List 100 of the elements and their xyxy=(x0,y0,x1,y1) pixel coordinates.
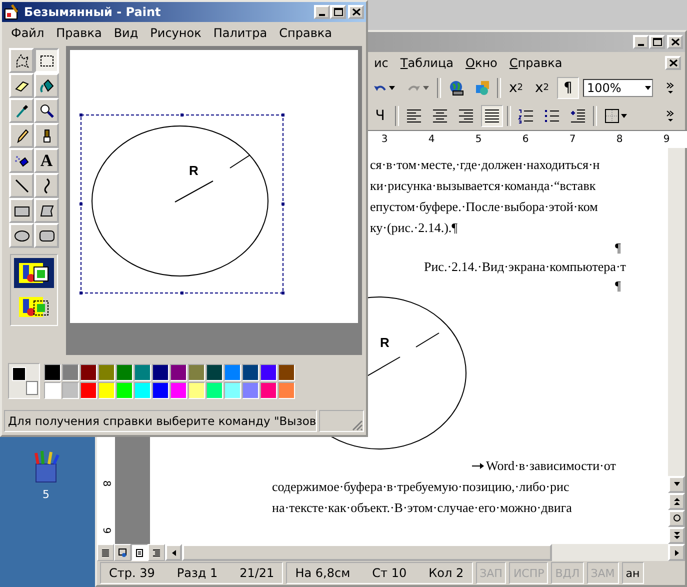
toolbar-button[interactable]: ¶ xyxy=(557,77,579,99)
color-swatch[interactable] xyxy=(278,382,295,398)
text-line: ся·в·том·месте,·где·должен·находиться·н xyxy=(370,156,601,174)
color-swatch[interactable] xyxy=(44,382,61,398)
close-button[interactable] xyxy=(348,5,364,19)
colored-blocks-icon xyxy=(474,80,490,96)
color-swatch[interactable] xyxy=(260,382,277,398)
scroll-down-button[interactable] xyxy=(668,476,685,493)
ruler-number: 8 xyxy=(100,480,112,487)
toolbar-button[interactable]: x$^{2}$ xyxy=(505,77,527,99)
color-swatch[interactable] xyxy=(62,364,79,380)
tool-button[interactable] xyxy=(34,98,59,123)
toolbar-button[interactable] xyxy=(481,105,503,127)
ellipse-icon xyxy=(14,228,30,244)
tool-button[interactable] xyxy=(9,48,34,73)
tool-button[interactable] xyxy=(34,123,59,148)
menu-item[interactable]: Справка xyxy=(504,54,568,72)
outline-view-icon xyxy=(152,548,161,558)
menu-item[interactable]: Справка xyxy=(274,24,338,42)
color-swatch[interactable] xyxy=(116,364,133,380)
tool-button[interactable] xyxy=(9,123,34,148)
tool-button[interactable] xyxy=(9,73,34,98)
color-swatch[interactable] xyxy=(152,382,169,398)
next-page-button[interactable] xyxy=(668,527,685,544)
color-swatch[interactable] xyxy=(278,364,295,380)
text-line: епустом·буфере.·После·выбора·этой·ком xyxy=(370,198,599,216)
toolbar-button[interactable]: Ч xyxy=(369,105,391,127)
menu-item[interactable]: Таблица xyxy=(395,54,458,72)
zoom-dropdown[interactable]: 100% xyxy=(583,79,653,97)
tool-button[interactable] xyxy=(34,198,59,223)
ruler-number: 4 xyxy=(427,134,436,145)
drawing-canvas: R xyxy=(70,50,358,323)
color-swatch[interactable] xyxy=(44,364,61,380)
color-swatch[interactable] xyxy=(62,382,79,398)
tool-button[interactable] xyxy=(34,73,59,98)
scroll-right-button[interactable] xyxy=(668,544,685,561)
color-swatch[interactable] xyxy=(260,364,277,380)
color-swatch[interactable] xyxy=(242,364,259,380)
view-button[interactable] xyxy=(97,544,114,561)
text-line: Word·в·зависимости·от xyxy=(486,457,616,475)
align-center-icon xyxy=(432,108,448,124)
minimize-button[interactable] xyxy=(633,35,649,49)
color-swatch[interactable] xyxy=(206,364,223,380)
color-swatch[interactable] xyxy=(134,364,151,380)
view-button[interactable] xyxy=(131,544,148,561)
menu-item[interactable]: Рисунок xyxy=(145,24,206,42)
color-swatch[interactable] xyxy=(98,364,115,380)
text-line: ки·рисунка·вызывается·команда·“вставк xyxy=(370,177,597,195)
tool-button[interactable]: A xyxy=(34,148,59,173)
maximize-button[interactable] xyxy=(330,5,346,19)
color-swatch[interactable] xyxy=(152,364,169,380)
close-icon xyxy=(352,8,360,16)
border-grid-icon xyxy=(604,108,620,124)
tool-button[interactable] xyxy=(34,223,59,248)
color-swatch[interactable] xyxy=(206,382,223,398)
tool-button[interactable] xyxy=(9,223,34,248)
color-swatch[interactable] xyxy=(170,364,187,380)
scroll-left-button[interactable] xyxy=(165,544,182,561)
view-button[interactable] xyxy=(114,544,131,561)
desktop-icon-label[interactable]: 5 xyxy=(42,488,50,501)
scroll-thumb[interactable] xyxy=(182,544,552,561)
ruler-number: 7 xyxy=(568,134,577,145)
menu-item[interactable]: Правка xyxy=(51,24,107,42)
color-swatch[interactable] xyxy=(188,382,205,398)
view-button[interactable] xyxy=(148,544,165,561)
color-swatch[interactable] xyxy=(98,382,115,398)
color-swatch[interactable] xyxy=(188,364,205,380)
magnifier-icon xyxy=(38,102,54,118)
color-swatch[interactable] xyxy=(224,382,241,398)
tool-button[interactable] xyxy=(9,148,34,173)
tool-button[interactable] xyxy=(9,98,34,123)
tool-button[interactable] xyxy=(34,173,59,198)
maximize-button[interactable] xyxy=(649,35,665,49)
color-swatch[interactable] xyxy=(80,382,97,398)
tool-button[interactable] xyxy=(9,198,34,223)
color-swatch[interactable] xyxy=(170,382,187,398)
color-swatch[interactable] xyxy=(116,382,133,398)
paragraph-mark: ¶ xyxy=(614,239,622,257)
ruler-number: 5 xyxy=(474,134,483,145)
menu-item[interactable]: Палитра xyxy=(208,24,272,42)
undo-arrow-icon xyxy=(372,84,388,92)
color-swatch[interactable] xyxy=(224,364,241,380)
color-swatch[interactable] xyxy=(80,364,97,380)
close-button[interactable] xyxy=(667,35,683,49)
tool-button[interactable] xyxy=(9,173,34,198)
option-button[interactable] xyxy=(14,258,54,288)
menu-item[interactable]: Вид xyxy=(108,24,144,42)
color-swatch[interactable] xyxy=(134,382,151,398)
right-arrow-icon xyxy=(672,548,680,556)
close-document-button[interactable] xyxy=(665,56,681,70)
tool-button[interactable] xyxy=(34,48,59,73)
menu-item[interactable]: ис xyxy=(369,54,394,72)
previous-page-button[interactable] xyxy=(668,493,685,510)
color-swatch[interactable] xyxy=(242,382,259,398)
foreground-color[interactable] xyxy=(12,367,26,381)
menu-item[interactable]: Файл xyxy=(6,24,50,42)
background-color[interactable] xyxy=(26,381,38,395)
menu-item[interactable]: Окно xyxy=(460,54,502,72)
browse-object-button[interactable] xyxy=(668,510,685,527)
minimize-button[interactable] xyxy=(314,5,330,19)
